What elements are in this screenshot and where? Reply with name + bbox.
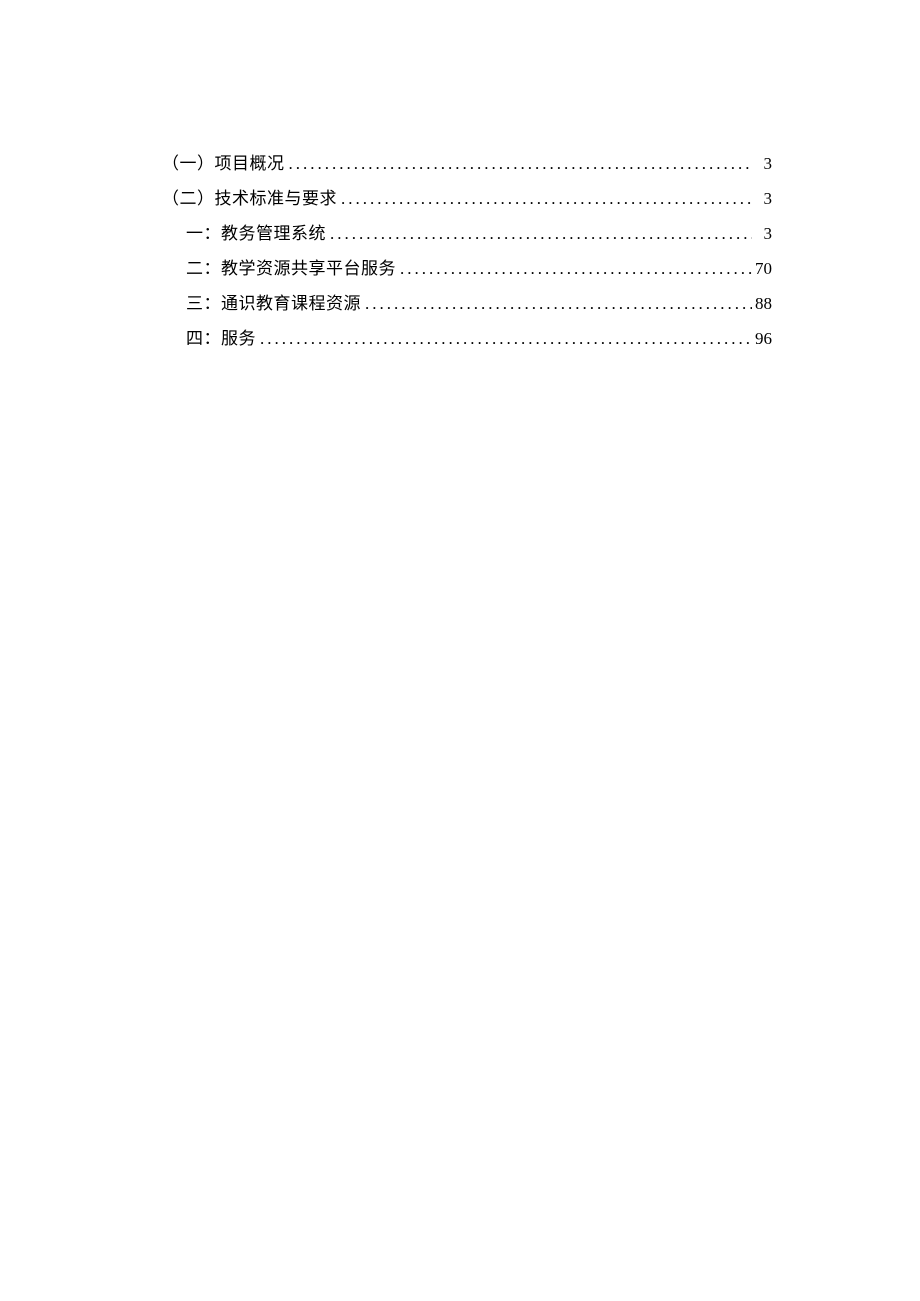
toc-title: （二）技术标准与要求	[162, 190, 337, 207]
toc-title: 二：教学资源共享平台服务	[186, 260, 396, 277]
toc-leader-dots	[396, 260, 752, 277]
toc-leader-dots	[285, 155, 753, 172]
toc-leader-dots	[361, 295, 752, 312]
toc-entry: 二：教学资源共享平台服务 70	[148, 260, 772, 277]
document-page: （一）项目概况 3 （二）技术标准与要求 3 一：教务管理系统 3 二：教学资源…	[0, 0, 920, 347]
toc-entry: （二）技术标准与要求 3	[148, 190, 772, 207]
toc-page-number: 3	[752, 155, 772, 172]
toc-title: 四：服务	[186, 330, 256, 347]
table-of-contents: （一）项目概况 3 （二）技术标准与要求 3 一：教务管理系统 3 二：教学资源…	[148, 155, 772, 347]
toc-page-number: 96	[752, 330, 772, 347]
toc-page-number: 70	[752, 260, 772, 277]
toc-leader-dots	[337, 190, 752, 207]
toc-entry: 三：通识教育课程资源 88	[148, 295, 772, 312]
toc-title: （一）项目概况	[162, 155, 285, 172]
toc-title: 三：通识教育课程资源	[186, 295, 361, 312]
toc-page-number: 3	[752, 225, 772, 242]
toc-page-number: 3	[752, 190, 772, 207]
toc-entry: 一：教务管理系统 3	[148, 225, 772, 242]
toc-entry: （一）项目概况 3	[148, 155, 772, 172]
toc-entry: 四：服务 96	[148, 330, 772, 347]
toc-leader-dots	[326, 225, 752, 242]
toc-title: 一：教务管理系统	[186, 225, 326, 242]
toc-leader-dots	[256, 330, 752, 347]
toc-page-number: 88	[752, 295, 772, 312]
